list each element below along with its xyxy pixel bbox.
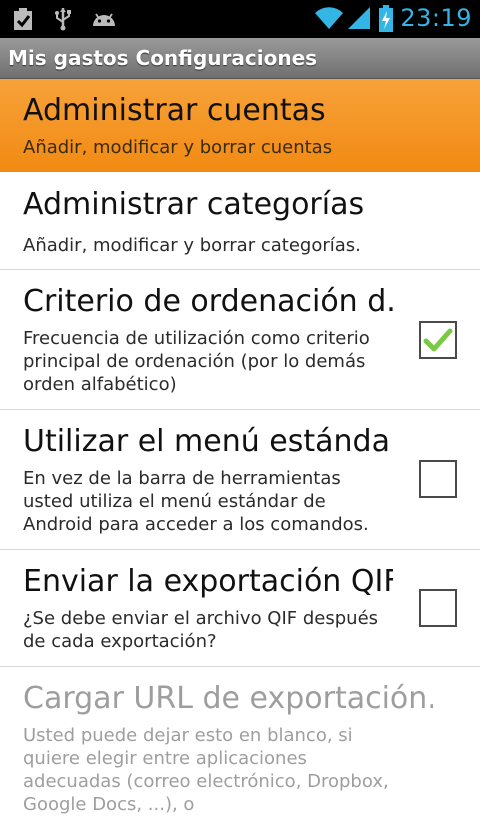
page-title: Mis gastos Configuraciones xyxy=(8,46,318,70)
setting-cargar-url-exportacion[interactable]: Cargar URL de exportación.. Usted puede … xyxy=(0,667,480,815)
setting-summary: Añadir, modificar y borrar cuentas xyxy=(23,137,333,158)
send-qif-checkbox[interactable] xyxy=(419,589,457,627)
setting-summary: ¿Se debe enviar el archivo QIF después d… xyxy=(23,608,379,652)
wifi-icon xyxy=(314,5,344,31)
usb-icon xyxy=(50,6,76,32)
setting-summary: Frecuencia de utilización como criterio … xyxy=(23,328,370,395)
status-bar: 23:19 xyxy=(0,0,480,38)
setting-title: Criterio de ordenación d.. xyxy=(23,284,393,319)
sort-criteria-checkbox[interactable] xyxy=(419,321,457,359)
setting-criterio-ordenacion[interactable]: Criterio de ordenación d.. Frecuencia de… xyxy=(0,270,480,410)
standard-menu-checkbox[interactable] xyxy=(419,460,457,498)
status-time: 23:19 xyxy=(400,4,472,32)
setting-administrar-categorias[interactable]: Administrar categorías Añadir, modificar… xyxy=(0,172,480,270)
setting-title: Cargar URL de exportación.. xyxy=(23,681,433,716)
setting-title: Enviar la exportación QIF xyxy=(23,564,393,599)
settings-list: Administrar cuentas Añadir, modificar y … xyxy=(0,79,480,815)
signal-icon xyxy=(346,5,372,31)
setting-title: Administrar categorías xyxy=(23,187,365,222)
clipboard-check-icon xyxy=(10,6,36,32)
setting-title: Administrar cuentas xyxy=(23,93,326,128)
setting-enviar-exportacion-qif[interactable]: Enviar la exportación QIF ¿Se debe envia… xyxy=(0,550,480,667)
setting-summary: Usted puede dejar esto en blanco, si qui… xyxy=(23,725,389,815)
android-icon xyxy=(90,6,116,32)
checkmark-icon xyxy=(423,328,453,352)
setting-menu-estandar[interactable]: Utilizar el menú estánda.. En vez de la … xyxy=(0,410,480,550)
battery-charging-icon xyxy=(378,5,394,32)
setting-title: Utilizar el menú estánda.. xyxy=(23,424,393,459)
setting-summary: En vez de la barra de herramientas usted… xyxy=(23,468,369,535)
setting-administrar-cuentas[interactable]: Administrar cuentas Añadir, modificar y … xyxy=(0,79,480,172)
title-bar: Mis gastos Configuraciones xyxy=(0,38,480,79)
setting-summary: Añadir, modificar y borrar categorías. xyxy=(23,235,361,256)
